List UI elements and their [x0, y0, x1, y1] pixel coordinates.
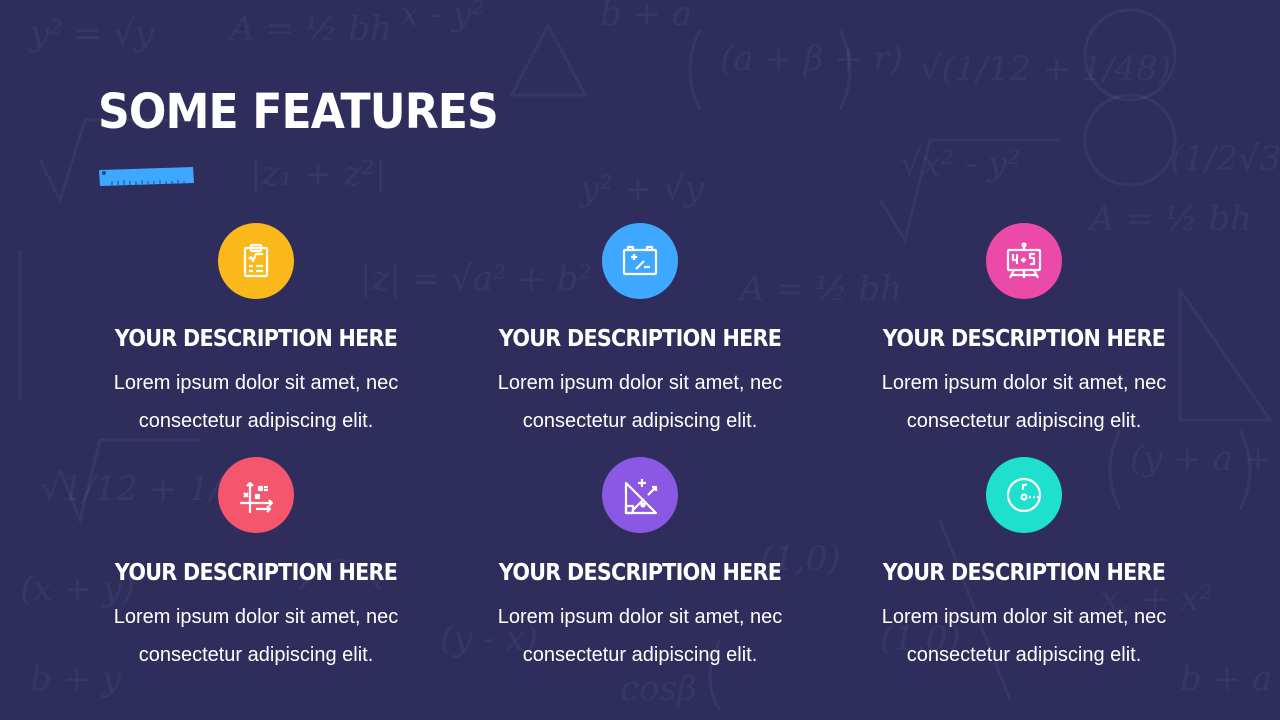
feature-card-5: YOUR DESCRIPTION HERE Lorem ipsum dolor … [460, 457, 820, 674]
feature-description: Lorem ipsum dolor sit amet, nec consecte… [881, 372, 1167, 432]
svg-text:A = ½ bh: A = ½ bh [227, 9, 392, 49]
blackboard-icon [1006, 242, 1042, 279]
feature-description: Lorem ipsum dolor sit amet, nec consecte… [113, 372, 399, 432]
svg-text:|z₁ + z²|: |z₁ + z²| [250, 154, 386, 194]
calculator-battery-icon [622, 245, 658, 276]
feature-icon-circle [218, 457, 294, 533]
feature-card-4: YOUR DESCRIPTION HERE Lorem ipsum dolor … [76, 457, 436, 674]
svg-text:cosβ: cosβ [620, 669, 697, 709]
feature-card-3: YOUR DESCRIPTION HERE Lorem ipsum dolor … [844, 223, 1204, 440]
graph-axes-icon [240, 481, 274, 513]
feature-title: YOUR DESCRIPTION HERE [882, 326, 1166, 352]
feature-title: YOUR DESCRIPTION HERE [498, 326, 782, 352]
feature-title: YOUR DESCRIPTION HERE [114, 326, 398, 352]
feature-icon-circle [986, 223, 1062, 299]
feature-card-6: YOUR DESCRIPTION HERE Lorem ipsum dolor … [844, 457, 1204, 674]
feature-description: Lorem ipsum dolor sit amet, nec consecte… [497, 372, 783, 432]
circle-radius-icon [1006, 477, 1042, 513]
clipboard-icon [243, 243, 269, 278]
feature-title: YOUR DESCRIPTION HERE [114, 560, 398, 586]
page-title: SOME FEATURES [98, 84, 499, 140]
svg-text:√x² - y²: √x² - y² [900, 144, 1020, 184]
svg-text:y² = √y: y² = √y [28, 14, 155, 54]
ruler-icon [99, 167, 194, 186]
feature-card-1: YOUR DESCRIPTION HERE Lorem ipsum dolor … [76, 223, 436, 440]
feature-description: Lorem ipsum dolor sit amet, nec consecte… [497, 606, 783, 666]
feature-description: Lorem ipsum dolor sit amet, nec consecte… [881, 606, 1167, 666]
feature-icon-circle [218, 223, 294, 299]
svg-text:(a + β + r): (a + β + r) [720, 39, 903, 79]
svg-text:(1/2√3): (1/2√3) [1170, 139, 1280, 179]
svg-text:b + a: b + a [600, 0, 692, 34]
svg-text:x - y²: x - y² [400, 0, 485, 34]
feature-title: YOUR DESCRIPTION HERE [882, 560, 1166, 586]
feature-icon-circle [602, 223, 678, 299]
set-square-icon [624, 479, 658, 515]
svg-text:y² + √y: y² + √y [578, 169, 705, 209]
svg-text:√(1/12 + 1/48): √(1/12 + 1/48) [920, 49, 1171, 89]
feature-title: YOUR DESCRIPTION HERE [498, 560, 782, 586]
feature-icon-circle [986, 457, 1062, 533]
feature-card-2: YOUR DESCRIPTION HERE Lorem ipsum dolor … [460, 223, 820, 440]
feature-description: Lorem ipsum dolor sit amet, nec consecte… [113, 606, 399, 666]
feature-icon-circle [602, 457, 678, 533]
